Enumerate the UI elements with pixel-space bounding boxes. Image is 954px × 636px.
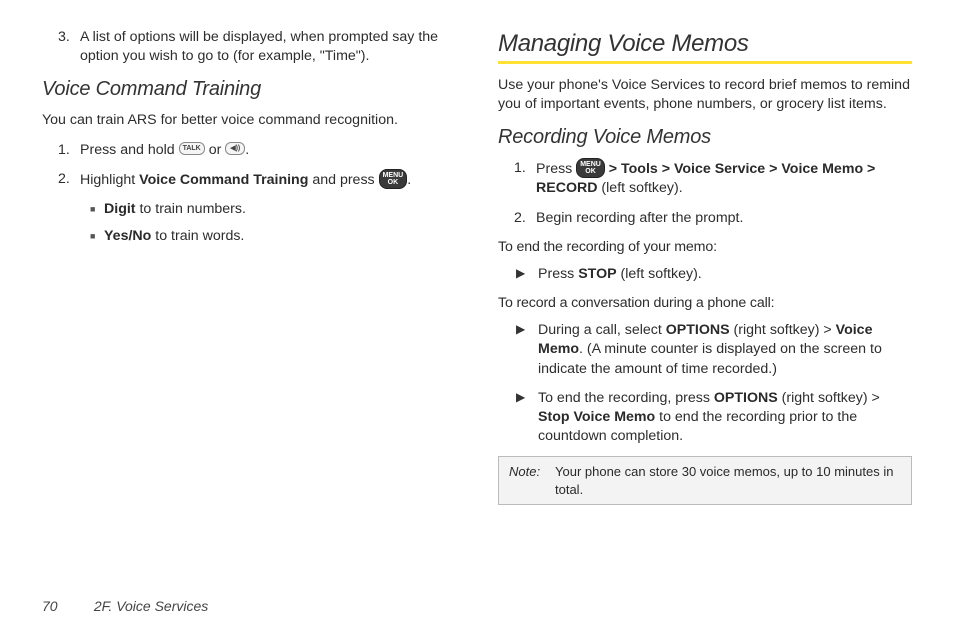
- intro-text: You can train ARS for better voice comma…: [42, 111, 456, 130]
- left-column: 3. A list of options will be displayed, …: [42, 28, 456, 573]
- list-text: Press and hold TALK or ◀)).: [80, 141, 456, 160]
- page-footer: 70 2F. Voice Services: [42, 598, 208, 614]
- list-text: Highlight Voice Command Training and pre…: [80, 170, 456, 190]
- lead-text: To end the recording of your memo:: [498, 238, 912, 257]
- speaker-key-icon: ◀)): [225, 142, 245, 155]
- section-label: 2F. Voice Services: [94, 598, 208, 614]
- list-text: A list of options will be displayed, whe…: [80, 28, 456, 66]
- page-number: 70: [42, 598, 90, 614]
- page-columns: 3. A list of options will be displayed, …: [42, 28, 912, 573]
- list-item: ▶ Press STOP (left softkey).: [498, 265, 912, 284]
- talk-key-icon: TALK: [179, 142, 205, 155]
- list-number: 1.: [58, 141, 80, 160]
- lead-text: To record a conversation during a phone …: [498, 294, 912, 313]
- square-bullet-icon: ■: [90, 227, 104, 246]
- heading-recording-voice-memos: Recording Voice Memos: [498, 126, 912, 149]
- list-item: 2. Highlight Voice Command Training and …: [42, 170, 456, 190]
- note-box: Note: Your phone can store 30 voice memo…: [498, 456, 912, 505]
- menu-ok-key-icon: MENU OK: [379, 169, 408, 189]
- list-item: ▶ To end the recording, press OPTIONS (r…: [498, 389, 912, 447]
- note-text: Your phone can store 30 voice memos, up …: [555, 463, 901, 498]
- intro-text: Use your phone's Voice Services to recor…: [498, 76, 912, 114]
- list-number: 2.: [514, 209, 536, 228]
- list-item: 1. Press MENU OK > Tools > Voice Service…: [498, 159, 912, 198]
- arrow-bullet-icon: ▶: [516, 321, 538, 379]
- list-item: 3. A list of options will be displayed, …: [42, 28, 456, 66]
- list-number: 3.: [58, 28, 80, 66]
- menu-ok-key-icon: MENU OK: [576, 158, 605, 178]
- list-number: 1.: [514, 159, 536, 198]
- square-bullet-icon: ■: [90, 200, 104, 219]
- list-text: Begin recording after the prompt.: [536, 209, 912, 228]
- list-item: 2. Begin recording after the prompt.: [498, 209, 912, 228]
- heading-managing-voice-memos: Managing Voice Memos: [498, 30, 912, 64]
- note-label: Note:: [509, 463, 555, 498]
- list-item: ▶ During a call, select OPTIONS (right s…: [498, 321, 912, 379]
- arrow-bullet-icon: ▶: [516, 265, 538, 284]
- heading-voice-command-training: Voice Command Training: [42, 78, 456, 101]
- arrow-bullet-icon: ▶: [516, 389, 538, 447]
- list-text: Press MENU OK > Tools > Voice Service > …: [536, 159, 912, 198]
- list-item: ■ Yes/No to train words.: [42, 227, 456, 246]
- right-column: Managing Voice Memos Use your phone's Vo…: [498, 28, 912, 573]
- list-number: 2.: [58, 170, 80, 190]
- list-item: ■ Digit to train numbers.: [42, 200, 456, 219]
- list-item: 1. Press and hold TALK or ◀)).: [42, 141, 456, 160]
